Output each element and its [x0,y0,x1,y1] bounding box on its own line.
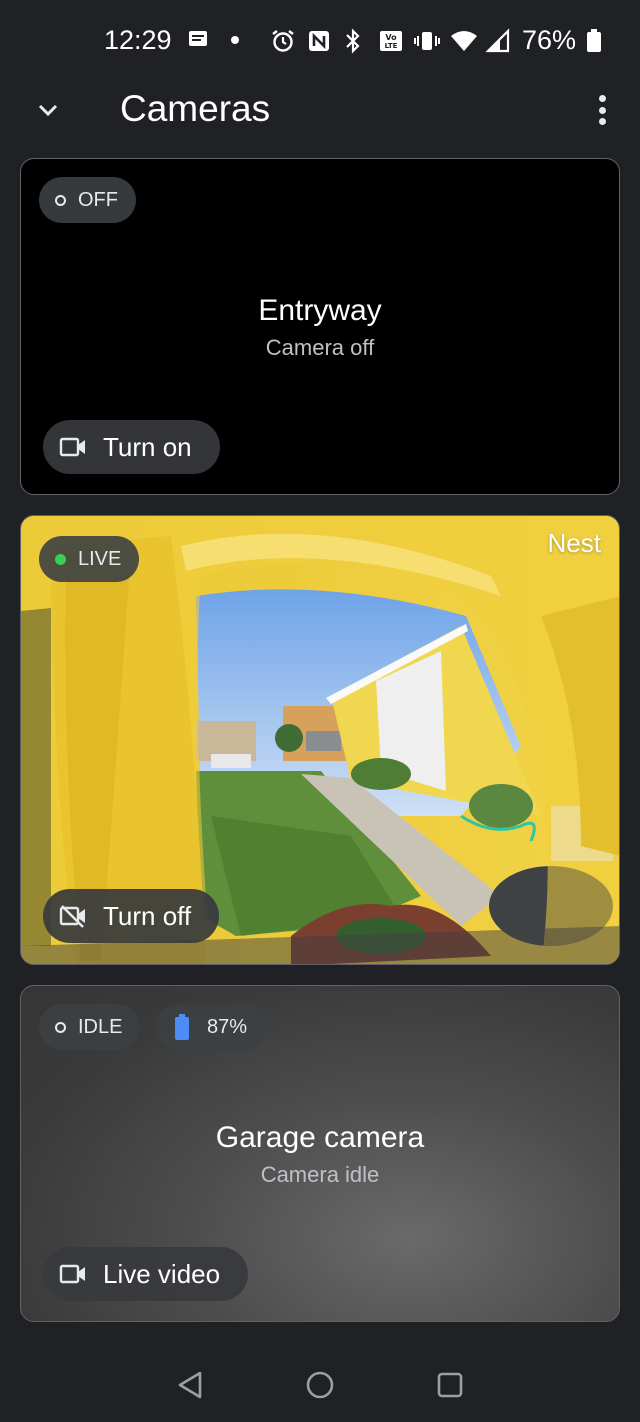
status-chip-off: OFF [39,177,136,223]
action-label: Turn off [103,900,192,931]
status-label: OFF [78,188,118,211]
status-dot-icon [55,194,66,206]
nfc-icon [306,28,332,54]
status-dot-icon [55,1021,66,1033]
notification-dot-icon [230,27,240,53]
battery-chip: 87% [155,1004,268,1050]
camera-card-entryway[interactable]: OFF Entryway Camera off Turn on [20,158,620,495]
nav-recents-button[interactable] [430,1365,470,1405]
status-chip-live: LIVE [39,536,140,582]
status-label: LIVE [78,547,122,570]
status-chip-idle: IDLE [39,1004,141,1050]
app-bar: Cameras [0,80,640,142]
system-nav-bar [0,1345,640,1422]
camera-name: Garage camera [215,1121,425,1154]
camera-card-garage[interactable]: IDLE 87% Garage camera Camera idle Live … [20,985,620,1322]
vibrate-icon [413,28,440,54]
battery-percent: 76% [521,25,576,55]
bluetooth-icon [342,27,368,54]
nav-back-button[interactable] [170,1365,210,1405]
camera-state: Camera off [265,335,375,360]
videocam-icon [59,437,85,457]
status-time: 12:29 [104,25,172,55]
volte-icon: Vo LTE [378,28,404,54]
battery-icon [175,1014,189,1040]
nest-watermark: Nest [547,528,601,558]
live-dot-icon [55,553,66,565]
live-video-button[interactable]: Live video [43,1247,249,1301]
collapse-button[interactable] [30,92,66,128]
more-options-button[interactable] [590,90,614,130]
message-icon [186,27,212,53]
nav-home-button[interactable] [300,1365,340,1405]
videocam-icon [59,1264,85,1284]
videocam-off-icon [59,905,85,928]
action-label: Turn on [103,431,192,462]
svg-text:LTE: LTE [385,42,398,50]
alarm-icon [270,28,296,54]
more-vert-icon [598,95,606,102]
chevron-down-icon [38,104,58,117]
wifi-icon [450,28,477,54]
camera-state: Camera idle [260,1162,380,1187]
action-label: Live video [103,1258,221,1289]
battery-icon [586,28,602,54]
status-left-icons [186,27,240,53]
recents-square-icon [437,1372,463,1398]
back-triangle-icon [178,1371,202,1399]
turn-on-button[interactable]: Turn on [43,420,220,474]
svg-text:Vo: Vo [385,33,397,42]
camera-name: Entryway [258,294,382,327]
signal-icon [485,27,512,54]
home-circle-icon [306,1371,334,1399]
status-right-icons: Vo LTE 76% [270,25,602,56]
status-label: IDLE [78,1015,123,1038]
page-title: Cameras [120,88,271,129]
status-bar: 12:29 Vo LTE 76% [0,0,640,80]
turn-off-button[interactable]: Turn off [43,889,220,943]
camera-card-live[interactable]: LIVE Nest Turn off [20,515,620,965]
battery-level: 87% [207,1015,248,1038]
